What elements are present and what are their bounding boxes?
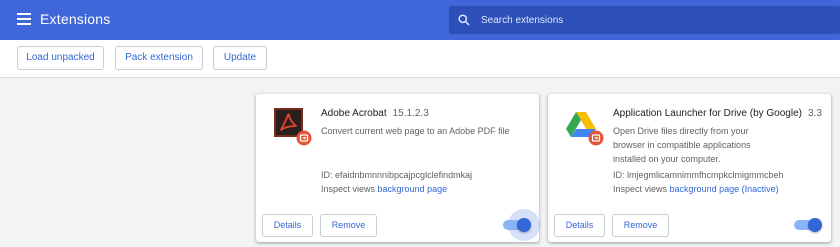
search-input[interactable]	[481, 6, 821, 34]
details-button[interactable]: Details	[262, 214, 313, 237]
extension-version: 15.1.2.3	[392, 108, 429, 119]
hamburger-menu-icon[interactable]	[17, 13, 31, 25]
extension-version: 3.3	[807, 108, 822, 119]
extension-name: Application Launcher for Drive (by Googl…	[613, 108, 822, 119]
extension-description: Convert current web page to an Adobe PDF…	[321, 126, 510, 136]
extension-id: ID: efaidnbmnnnibpcajpcglclefindmkaj	[321, 170, 473, 180]
extension-id: ID: lmjegmlicamnimmfhcmpkclmigmmcbeh	[613, 170, 784, 180]
extension-description: Open Drive files directly from your brow…	[613, 126, 751, 164]
enable-toggle[interactable]	[503, 209, 540, 241]
background-page-link[interactable]: background page	[378, 184, 448, 194]
remove-button[interactable]: Remove	[612, 214, 669, 237]
inspect-views: Inspect views background page	[321, 184, 448, 194]
google-drive-icon	[566, 112, 604, 146]
extension-card-adobe-acrobat: Adobe Acrobat 15.1.2.3 Convert current we…	[256, 94, 540, 242]
inspect-views: Inspect views background page (Inactive)	[613, 184, 779, 194]
search-icon	[458, 14, 470, 26]
developer-toolbar: Load unpacked Pack extension Update	[0, 40, 840, 78]
remove-button[interactable]: Remove	[320, 214, 377, 237]
page-title: Extensions	[40, 11, 111, 27]
load-unpacked-button[interactable]: Load unpacked	[17, 46, 104, 70]
adobe-acrobat-icon	[274, 108, 312, 146]
details-button[interactable]: Details	[554, 214, 605, 237]
header-bar: Extensions	[0, 0, 840, 40]
extension-name: Adobe Acrobat 15.1.2.3	[321, 108, 429, 119]
background-page-link[interactable]: background page (Inactive)	[670, 184, 779, 194]
update-button[interactable]: Update	[213, 46, 267, 70]
extension-card-application-launcher: Application Launcher for Drive (by Googl…	[548, 94, 831, 242]
pack-extension-button[interactable]: Pack extension	[115, 46, 203, 70]
enable-toggle[interactable]	[794, 218, 822, 232]
search-box[interactable]	[449, 6, 840, 34]
